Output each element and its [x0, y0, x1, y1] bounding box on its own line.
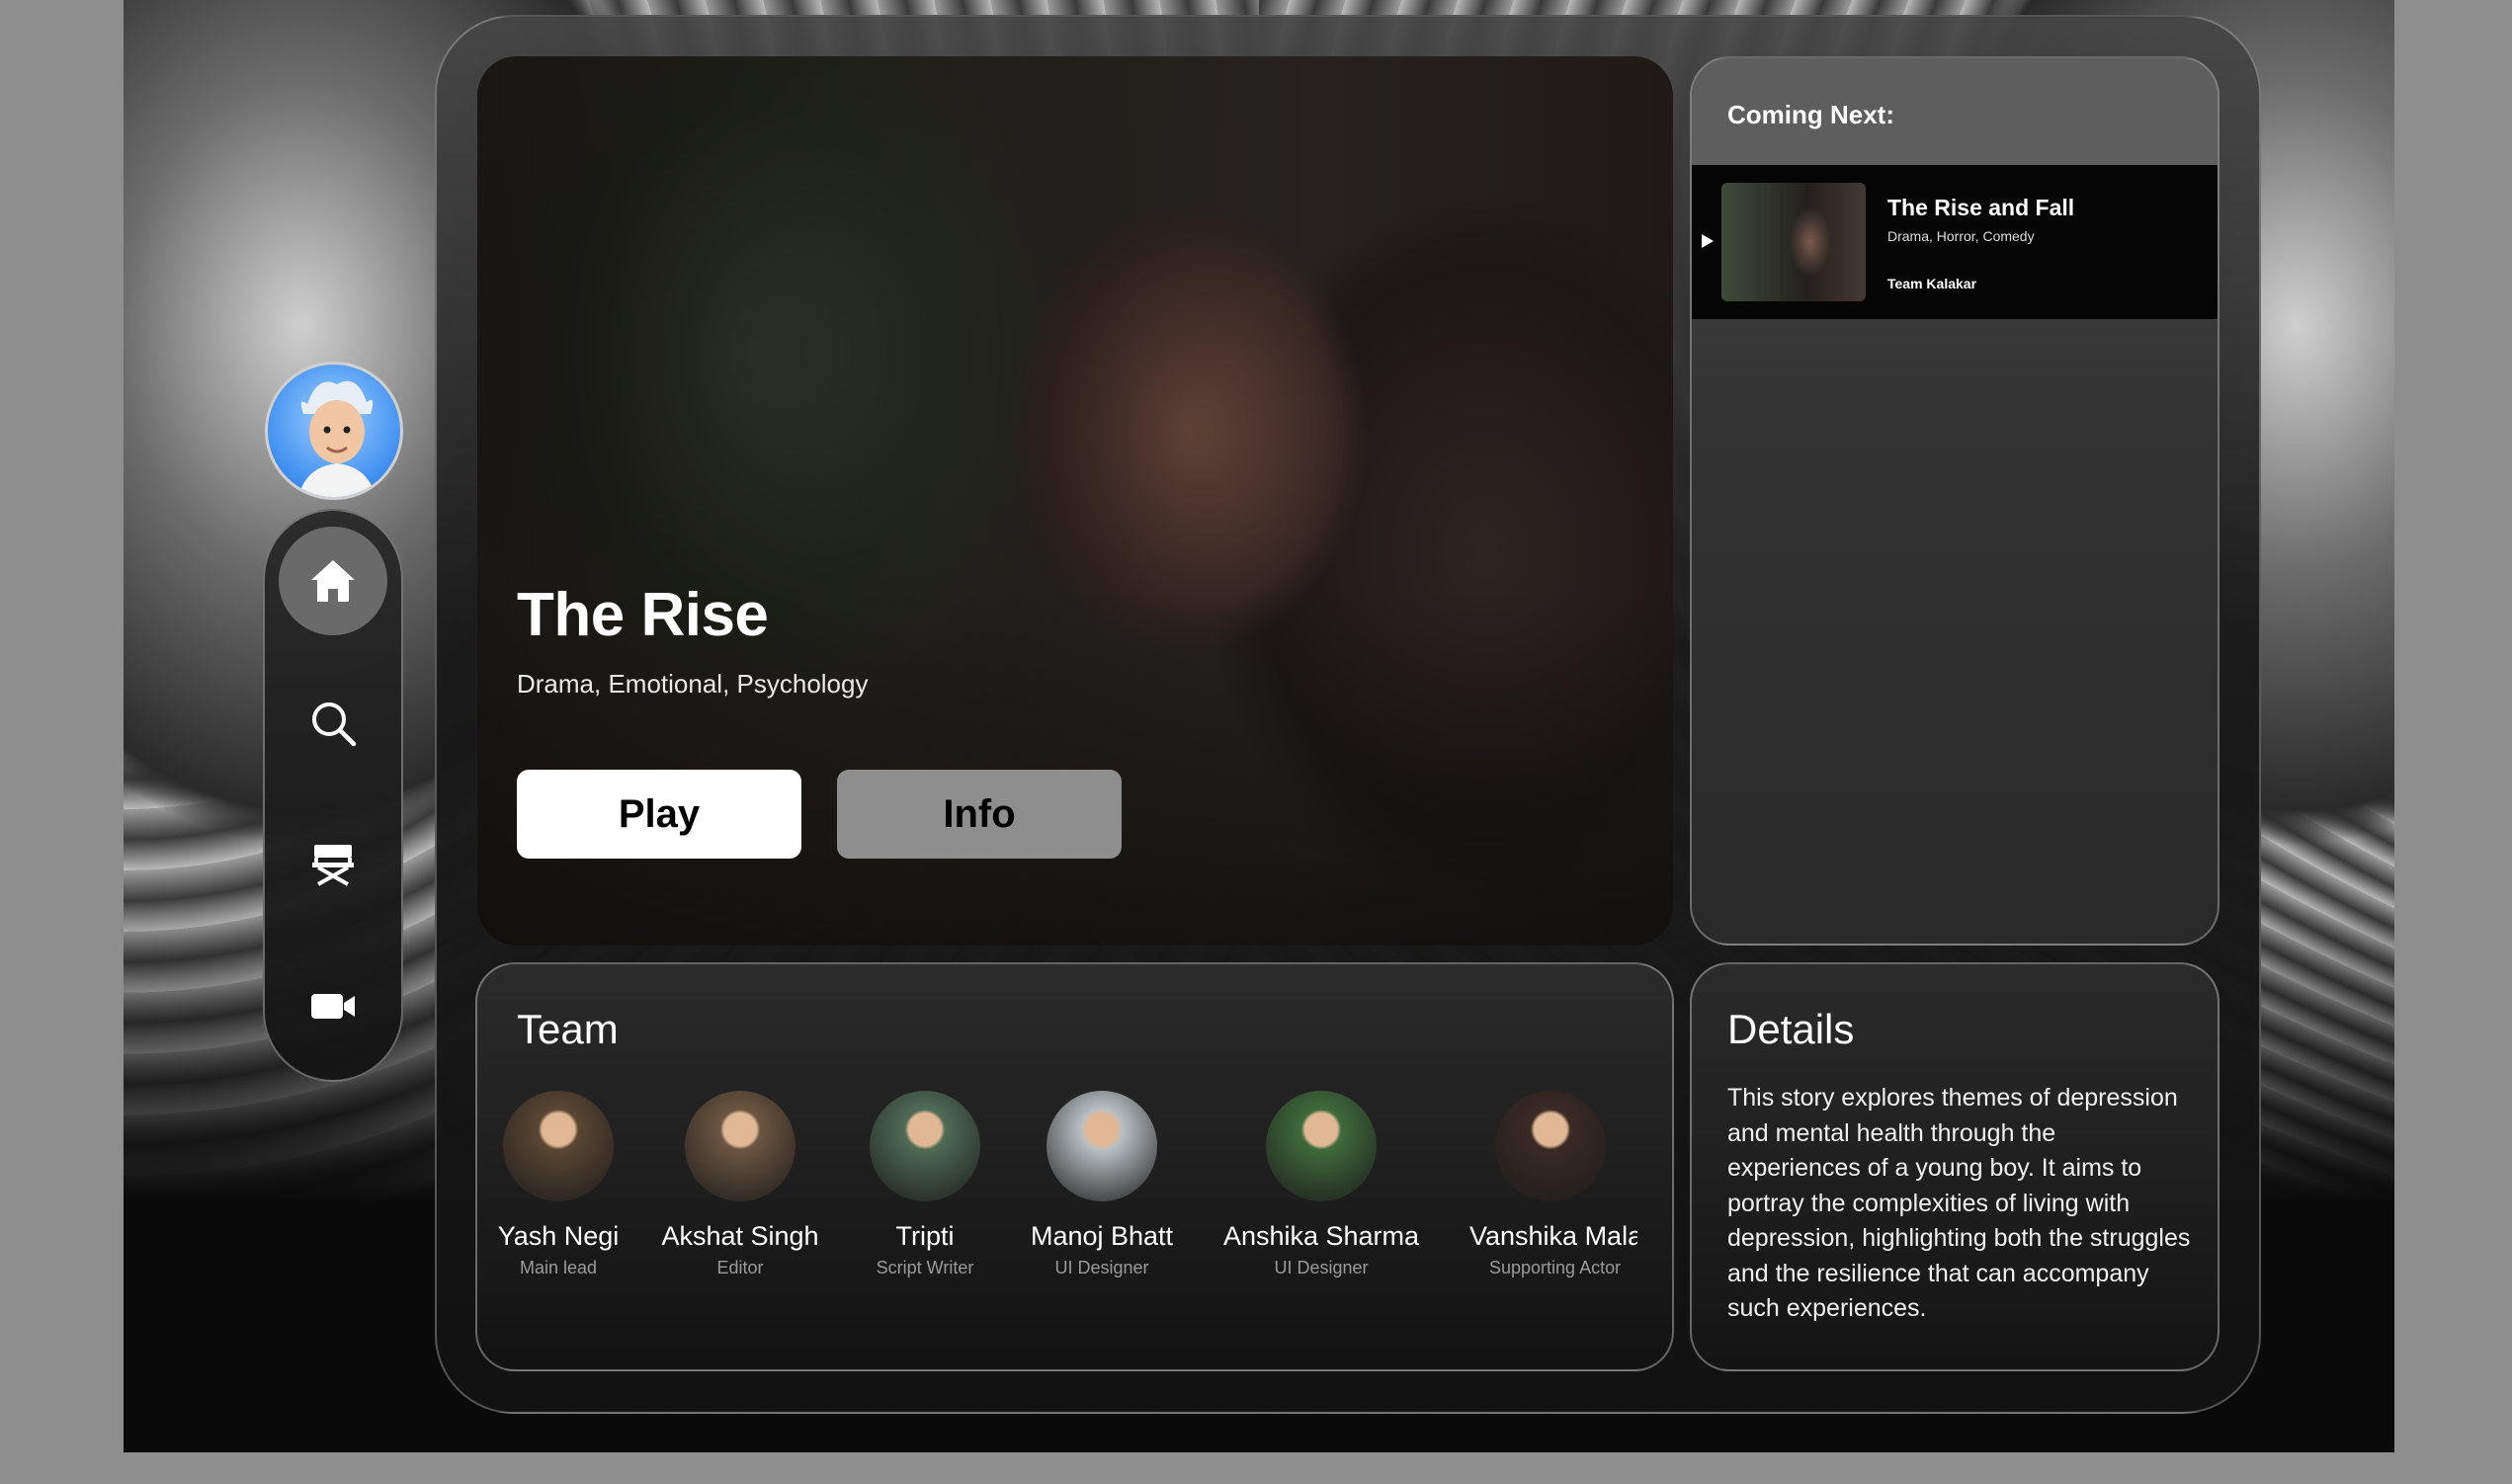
member-name: Akshat Singh	[661, 1221, 819, 1251]
info-button[interactable]: Info	[837, 770, 1122, 859]
avatar-icon	[298, 380, 376, 497]
member-name: Anshika Sharma	[1222, 1221, 1420, 1251]
team-member[interactable]: Vanshika Mala Supporting Actor	[1464, 1091, 1637, 1278]
avatar[interactable]	[265, 362, 403, 500]
team-member[interactable]: Yash Negi Main lead	[477, 1091, 657, 1278]
member-role: UI Designer	[1274, 1258, 1369, 1278]
video-camera-icon	[311, 994, 355, 1019]
member-photo	[503, 1091, 614, 1201]
director-chair-icon	[312, 845, 354, 886]
coming-next-thumbnail[interactable]	[1721, 183, 1866, 301]
sidebar-item-director[interactable]	[279, 809, 387, 918]
team-panel: Team Yash Negi Main lead Akshat Singh Ed…	[475, 962, 1674, 1371]
home-icon	[311, 560, 355, 602]
member-photo	[685, 1091, 795, 1201]
team-member[interactable]: Anshika Sharma UI Designer	[1222, 1091, 1420, 1278]
coming-next-team: Team Kalakar	[1887, 276, 1977, 291]
coming-next-heading: Coming Next:	[1692, 58, 2218, 165]
member-photo	[1047, 1091, 1157, 1201]
member-role: Supporting Actor	[1489, 1258, 1622, 1278]
details-panel: Details This story explores themes of de…	[1690, 962, 2219, 1371]
member-name: Vanshika Mala	[1469, 1221, 1637, 1251]
member-role: Script Writer	[876, 1258, 974, 1278]
sidebar-item-video[interactable]	[279, 951, 387, 1060]
member-photo	[1266, 1091, 1377, 1201]
member-role: UI Designer	[1054, 1258, 1149, 1278]
sidebar-item-search[interactable]	[279, 669, 387, 778]
coming-next-title: The Rise and Fall	[1887, 195, 2075, 220]
team-member[interactable]: Akshat Singh Editor	[641, 1091, 839, 1278]
team-heading: Team	[517, 1006, 619, 1052]
details-description: This story explores themes of depression…	[1727, 1084, 2191, 1322]
coming-next-genres: Drama, Horror, Comedy	[1887, 228, 2035, 244]
sidebar-item-home[interactable]	[279, 527, 387, 635]
hero-title: The Rise	[517, 581, 769, 649]
member-role: Main lead	[519, 1258, 598, 1278]
member-photo	[1495, 1091, 1606, 1201]
coming-next-panel: Coming Next: The Rise and Fall Drama, Ho…	[1690, 56, 2219, 946]
search-icon	[312, 702, 357, 747]
member-name: Manoj Bhatt	[1030, 1221, 1174, 1251]
member-role: Editor	[716, 1258, 764, 1278]
hero-genres: Drama, Emotional, Psychology	[517, 669, 869, 699]
coming-next-item[interactable]: The Rise and Fall Drama, Horror, Comedy …	[1692, 165, 2218, 319]
hero-banner: The Rise Drama, Emotional, Psychology Pl…	[477, 56, 1673, 946]
team-member[interactable]: Manoj Bhatt UI Designer	[1003, 1091, 1201, 1278]
sidebar-nav	[263, 509, 403, 1082]
member-name: Yash Negi	[497, 1221, 620, 1251]
member-name: Tripti	[895, 1221, 955, 1251]
play-icon	[1702, 234, 1714, 248]
member-photo	[870, 1091, 980, 1201]
details-heading: Details	[1727, 1006, 1855, 1052]
team-member[interactable]: Tripti Script Writer	[826, 1091, 1024, 1278]
play-button[interactable]: Play	[517, 770, 801, 859]
